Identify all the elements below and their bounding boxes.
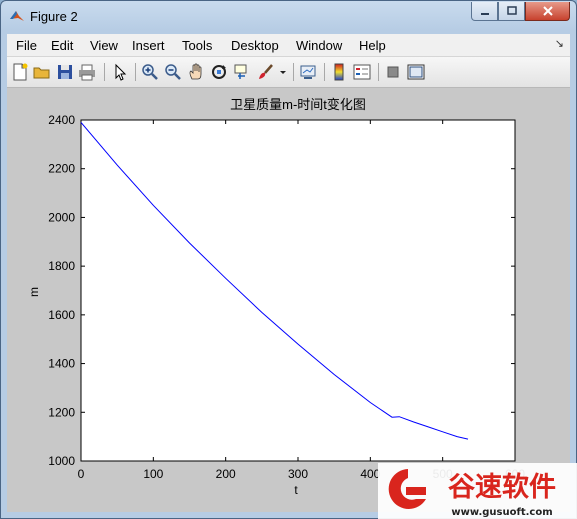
y-tick-label: 1600 — [48, 308, 75, 322]
zoom-in-icon[interactable] — [141, 63, 159, 81]
axes-background — [80, 119, 516, 462]
toolbar-separator — [293, 63, 294, 81]
close-icon — [542, 6, 553, 16]
menu-dock-icon[interactable]: ↘ — [555, 37, 564, 50]
toolbar-separator — [104, 63, 105, 81]
y-tick-label: 1400 — [48, 357, 75, 371]
legend-icon[interactable] — [353, 63, 371, 81]
menu-view[interactable]: View — [90, 38, 118, 53]
menu-bar: File Edit View Insert Tools Desktop Wind… — [7, 34, 570, 57]
menu-window[interactable]: Window — [296, 38, 342, 53]
watermark-logo: 谷速软件 www.gusuoft.com — [378, 463, 577, 519]
menu-help[interactable]: Help — [359, 38, 386, 53]
toolbar-separator — [324, 63, 325, 81]
y-axis-label: m — [27, 287, 41, 297]
menu-file[interactable]: File — [16, 38, 37, 53]
new-figure-icon[interactable] — [11, 63, 29, 81]
x-tick-label: 100 — [143, 467, 163, 481]
maximize-icon — [506, 6, 517, 15]
toolbar-separator — [135, 63, 136, 81]
minimize-button[interactable] — [471, 2, 498, 21]
colorbar-icon[interactable] — [330, 63, 348, 81]
toolbar-separator — [378, 63, 379, 81]
pan-icon[interactable] — [187, 63, 205, 81]
y-tick-label: 2000 — [48, 210, 75, 224]
save-icon[interactable] — [56, 63, 74, 81]
brush-icon[interactable] — [257, 63, 275, 81]
menu-tools[interactable]: Tools — [182, 38, 212, 53]
figure-canvas: 0100200300400500600100012001400160018002… — [7, 88, 570, 512]
x-tick-label: 300 — [288, 467, 308, 481]
watermark-url: www.gusuoft.com — [451, 507, 552, 518]
x-tick-label: 0 — [78, 467, 85, 481]
brush-dropdown-icon[interactable] — [278, 63, 288, 81]
link-icon[interactable] — [299, 63, 317, 81]
print-icon[interactable] — [78, 63, 96, 81]
menu-desktop[interactable]: Desktop — [231, 38, 279, 53]
zoom-out-icon[interactable] — [164, 63, 182, 81]
minimize-icon — [480, 13, 489, 15]
figure-window: Figure 2 File Edit View Insert Tools Des… — [0, 0, 577, 519]
y-tick-label: 1200 — [48, 405, 75, 419]
line-chart: 0100200300400500600100012001400160018002… — [27, 97, 525, 497]
window-title: Figure 2 — [30, 9, 78, 24]
maximize-button[interactable] — [498, 2, 525, 21]
x-tick-label: 200 — [216, 467, 236, 481]
rotate-icon[interactable] — [210, 63, 228, 81]
y-tick-label: 2200 — [48, 162, 75, 176]
y-tick-label: 1000 — [48, 454, 75, 468]
y-tick-label: 2400 — [48, 113, 75, 127]
title-bar[interactable]: Figure 2 — [1, 1, 576, 33]
x-axis-label: t — [294, 483, 298, 497]
menu-insert[interactable]: Insert — [132, 38, 165, 53]
data-cursor-icon[interactable] — [233, 63, 251, 81]
hide-plot-tools-icon[interactable] — [384, 63, 402, 81]
chart-title: 卫星质量m-时间t变化图 — [230, 97, 366, 112]
open-icon[interactable] — [33, 63, 51, 81]
y-tick-label: 1800 — [48, 259, 75, 273]
pointer-icon[interactable] — [111, 63, 129, 81]
watermark-text: 谷速软件 — [448, 472, 556, 503]
toolbar — [7, 57, 570, 88]
menu-edit[interactable]: Edit — [51, 38, 73, 53]
matlab-icon — [10, 11, 24, 21]
show-plot-tools-icon[interactable] — [407, 63, 425, 81]
close-button[interactable] — [525, 2, 570, 21]
